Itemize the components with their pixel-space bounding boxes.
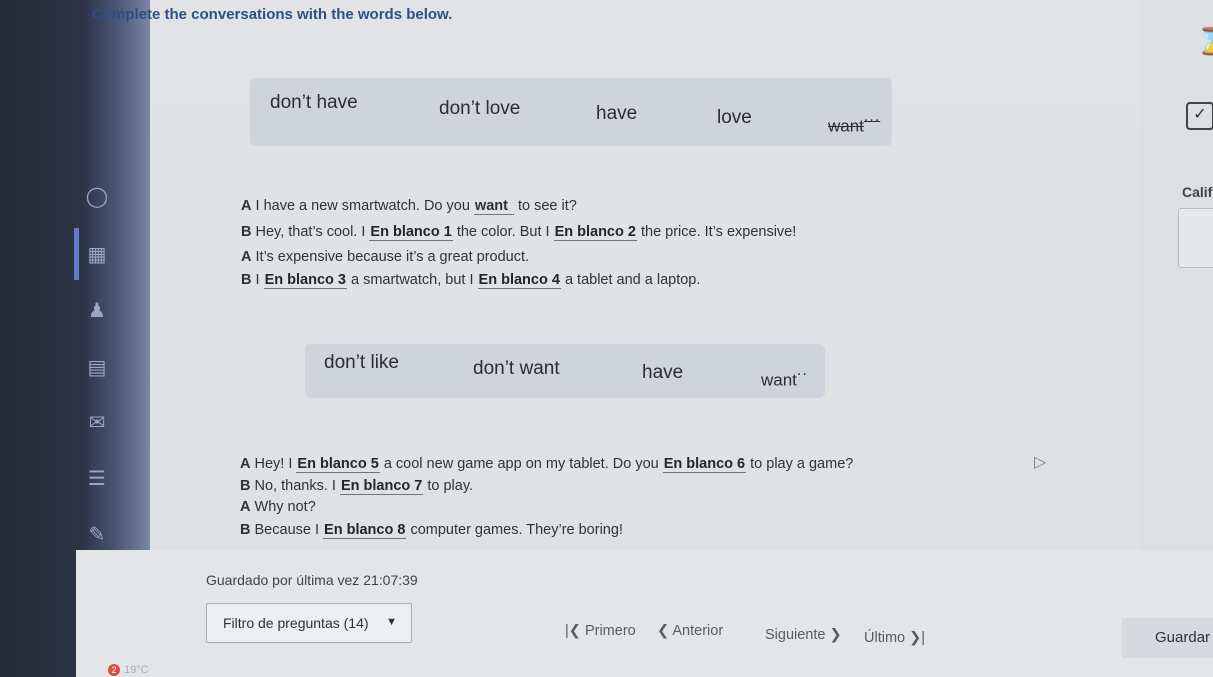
word-chip[interactable]: have bbox=[596, 103, 637, 125]
edit-icon[interactable]: ✎ bbox=[84, 522, 110, 548]
weather-widget: 2 19°C bbox=[108, 664, 149, 676]
previous-button[interactable]: ❮ Anterior bbox=[657, 623, 723, 639]
word-chip-used[interactable]: want⋅⋅⋅ bbox=[828, 112, 880, 137]
next-button[interactable]: Siguiente ❯ bbox=[765, 627, 842, 643]
notification-badge: 2 bbox=[108, 664, 120, 676]
blank-4[interactable]: En blanco 4 bbox=[477, 272, 561, 289]
blank-2[interactable]: En blanco 2 bbox=[553, 224, 637, 241]
chevron-down-icon: ▼ bbox=[386, 616, 397, 628]
blank-5[interactable]: En blanco 5 bbox=[296, 456, 380, 473]
first-button[interactable]: |❮ Primero bbox=[565, 623, 636, 639]
grade-label: Calif bbox=[1182, 184, 1213, 200]
people-icon[interactable]: ♟ bbox=[84, 298, 110, 324]
conversation-2-line-2: B No, thanks. I En blanco 7 to play. bbox=[240, 478, 474, 495]
conversation-2-line-1: A Hey! I En blanco 5 a cool new game app… bbox=[240, 456, 854, 473]
conversation-1-line-2: B Hey, that’s cool. I En blanco 1 the co… bbox=[241, 224, 797, 241]
book-icon[interactable]: ▦ bbox=[84, 242, 110, 268]
word-chip[interactable]: don’t want bbox=[473, 358, 560, 380]
blank-6[interactable]: En blanco 6 bbox=[662, 456, 747, 473]
calendar-icon[interactable]: ▤ bbox=[84, 355, 110, 381]
saved-status: Guardado por última vez 21:07:39 bbox=[206, 572, 418, 588]
mouse-cursor-icon: ▷ bbox=[1034, 454, 1047, 471]
grade-box bbox=[1178, 208, 1213, 268]
conversation-2-line-4: B Because I En blanco 8 computer games. … bbox=[240, 522, 623, 539]
word-chip[interactable]: want⋅⋅ bbox=[761, 366, 808, 391]
conversation-2-line-3: A Why not? bbox=[240, 499, 316, 515]
chevron-right-icon: ❯ bbox=[829, 627, 842, 643]
word-chip[interactable]: have bbox=[642, 362, 683, 384]
blank-7[interactable]: En blanco 7 bbox=[339, 478, 424, 495]
hourglass-icon: ⌛ bbox=[1196, 26, 1213, 56]
chevron-left-icon: ❮ bbox=[657, 623, 670, 639]
last-button[interactable]: Último ❯| bbox=[864, 630, 925, 646]
blank-1[interactable]: En blanco 1 bbox=[369, 224, 453, 241]
word-chip[interactable]: don’t have bbox=[270, 92, 358, 114]
question-filter-dropdown[interactable]: Filtro de preguntas (14) ▼ bbox=[206, 603, 412, 643]
save-button[interactable]: Guardar bbox=[1122, 618, 1213, 658]
conversation-1-line-3: A It’s expensive because it’s a great pr… bbox=[241, 249, 530, 265]
answer-slot[interactable]: want bbox=[473, 198, 514, 215]
blank-3[interactable]: En blanco 3 bbox=[263, 272, 347, 289]
document-icon[interactable]: ☰ bbox=[84, 466, 110, 492]
conversation-1-line-4: B I En blanco 3 a smartwatch, but I En b… bbox=[241, 272, 701, 289]
mail-icon[interactable]: ✉ bbox=[84, 410, 110, 436]
conversation-1-line-1: A I have a new smartwatch. Do you want t… bbox=[241, 198, 577, 215]
word-chip[interactable]: don’t like bbox=[324, 352, 399, 374]
word-chip[interactable]: love bbox=[717, 107, 752, 129]
word-chip[interactable]: don’t love bbox=[439, 98, 520, 120]
instruction-text: Complete the conversations with the word… bbox=[92, 6, 453, 23]
first-icon: |❮ bbox=[565, 623, 581, 639]
flag-question-icon[interactable]: ✓ bbox=[1186, 102, 1213, 130]
last-icon: ❯| bbox=[909, 630, 926, 646]
active-indicator bbox=[74, 228, 79, 280]
blank-8[interactable]: En blanco 8 bbox=[323, 522, 407, 539]
globe-icon[interactable]: ◯ bbox=[84, 184, 110, 210]
